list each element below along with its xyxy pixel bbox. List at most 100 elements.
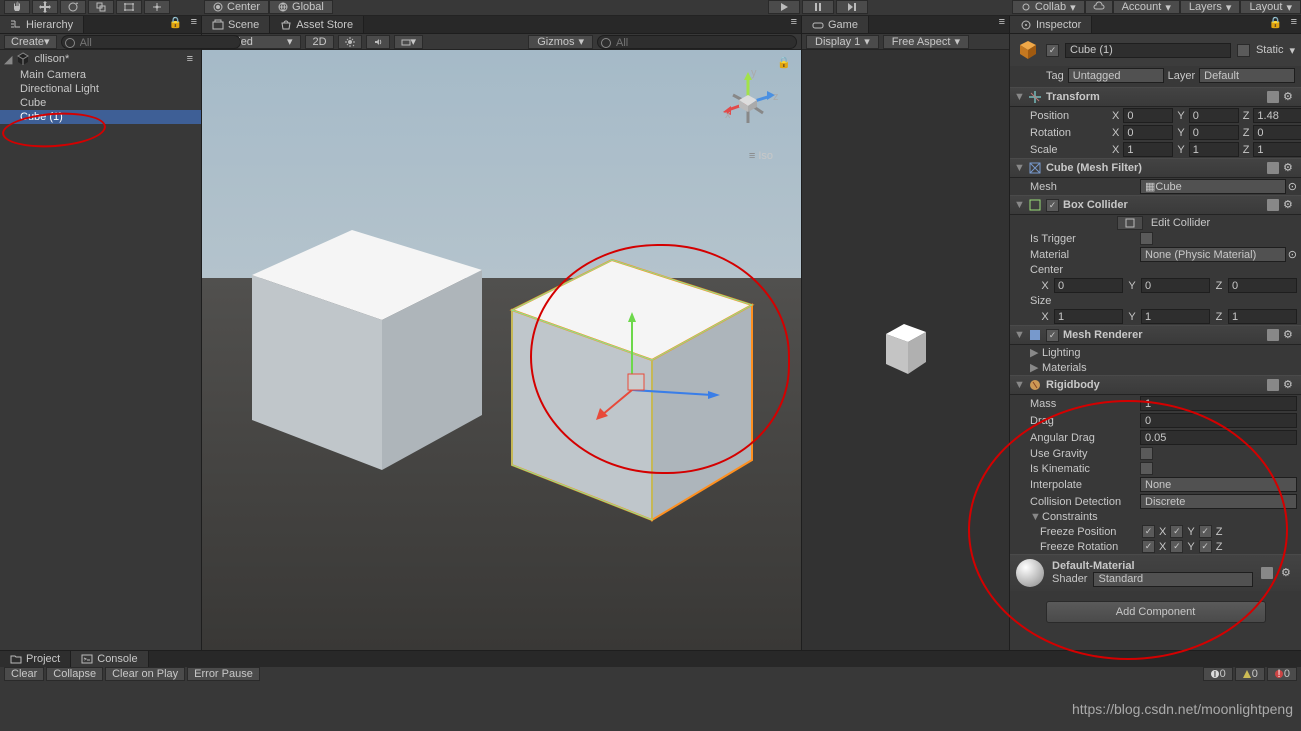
hierarchy-item-cube[interactable]: Cube [0, 96, 201, 110]
scene-row[interactable]: ◢cllison*≡ [0, 50, 201, 68]
mesh-field[interactable]: ▦ Cube [1140, 179, 1286, 194]
freezerot-z-checkbox[interactable] [1199, 540, 1212, 553]
rotation-x-input[interactable] [1123, 125, 1173, 140]
hierarchy-lock-icon[interactable]: 🔒 [165, 16, 187, 33]
tag-dropdown[interactable]: Untagged [1068, 68, 1164, 83]
scale-y-input[interactable] [1189, 142, 1239, 157]
edit-collider-button[interactable] [1117, 216, 1143, 230]
constraints-foldout[interactable]: Constraints [1042, 511, 1098, 523]
iso-label[interactable]: ≡ Iso [749, 150, 773, 162]
display-dropdown[interactable]: Display 1 ▾ [806, 35, 879, 49]
lighting-toggle[interactable] [338, 35, 362, 49]
freezepos-z-checkbox[interactable] [1199, 525, 1212, 538]
interpolate-dropdown[interactable]: None [1140, 477, 1297, 492]
fx-toggle[interactable]: ▾ [394, 35, 424, 49]
hand-tool[interactable] [4, 0, 30, 14]
collision-dropdown[interactable]: Discrete [1140, 494, 1297, 509]
tab-asset-store[interactable]: Asset Store [270, 16, 364, 33]
rotation-y-input[interactable] [1189, 125, 1239, 140]
component-transform-header[interactable]: ▼ Transform ⚙ [1010, 87, 1301, 107]
component-meshfilter-header[interactable]: ▼ Cube (Mesh Filter) ⚙ [1010, 158, 1301, 178]
kinematic-checkbox[interactable] [1140, 462, 1153, 475]
gear-icon[interactable]: ⚙ [1283, 198, 1297, 212]
gameobject-active-checkbox[interactable] [1046, 44, 1059, 57]
position-x-input[interactable] [1123, 108, 1173, 123]
collapse-button[interactable]: Collapse [46, 667, 103, 681]
component-meshrenderer-header[interactable]: ▼ Mesh Renderer ⚙ [1010, 325, 1301, 345]
gravity-checkbox[interactable] [1140, 447, 1153, 460]
cloud-button[interactable] [1085, 0, 1113, 14]
clearonplay-button[interactable]: Clear on Play [105, 667, 185, 681]
hierarchy-item-main-camera[interactable]: Main Camera [0, 68, 201, 82]
warn-count[interactable]: 0 [1235, 667, 1265, 681]
shader-dropdown[interactable]: Standard [1093, 572, 1253, 587]
audio-toggle[interactable] [366, 35, 390, 49]
info-count[interactable]: i 0 [1203, 667, 1233, 681]
rect-tool[interactable] [116, 0, 142, 14]
drag-input[interactable] [1140, 413, 1297, 428]
aspect-dropdown[interactable]: Free Aspect ▾ [883, 35, 969, 49]
play-button[interactable] [768, 0, 800, 14]
2d-toggle[interactable]: 2D [305, 35, 333, 49]
object-picker-icon[interactable]: ⊙ [1288, 180, 1297, 193]
layout-dropdown[interactable]: Layout▾ [1240, 0, 1301, 14]
gear-icon[interactable]: ⚙ [1281, 566, 1295, 580]
collab-dropdown[interactable]: Collab▾ [1012, 0, 1085, 14]
pivot-center-toggle[interactable]: Center [204, 0, 269, 14]
layers-dropdown[interactable]: Layers▾ [1180, 0, 1241, 14]
errorpause-button[interactable]: Error Pause [187, 667, 260, 681]
size-y-input[interactable] [1141, 309, 1210, 324]
gear-icon[interactable]: ⚙ [1283, 90, 1297, 104]
scene-nav-gizmo[interactable]: y z x [713, 68, 783, 138]
add-component-button[interactable]: Add Component [1046, 601, 1266, 623]
hierarchy-item-cube-1[interactable]: Cube (1) [0, 110, 201, 124]
physmaterial-field[interactable]: None (Physic Material) [1140, 247, 1286, 262]
inspector-options-icon[interactable]: ≡ [1287, 16, 1301, 33]
scene-viewport[interactable]: y z x 🔒 ≡ Iso [202, 50, 801, 650]
scene-search-input[interactable] [612, 36, 762, 51]
help-icon[interactable] [1267, 379, 1279, 391]
rotate-tool[interactable] [60, 0, 86, 14]
size-x-input[interactable] [1054, 309, 1123, 324]
hierarchy-item-directional-light[interactable]: Directional Light [0, 82, 201, 96]
help-icon[interactable] [1267, 329, 1279, 341]
tab-game[interactable]: Game [802, 16, 869, 33]
freezepos-y-checkbox[interactable] [1170, 525, 1183, 538]
component-rigidbody-header[interactable]: ▼ Rigidbody ⚙ [1010, 375, 1301, 395]
lock-icon[interactable]: 🔒 [777, 56, 791, 69]
step-button[interactable] [836, 0, 868, 14]
gear-icon[interactable]: ⚙ [1283, 328, 1297, 342]
account-dropdown[interactable]: Account▾ [1113, 0, 1180, 14]
scale-x-input[interactable] [1123, 142, 1173, 157]
gameobject-name-input[interactable] [1065, 43, 1231, 58]
gear-icon[interactable]: ⚙ [1283, 161, 1297, 175]
freezerot-y-checkbox[interactable] [1170, 540, 1183, 553]
rotation-z-input[interactable] [1253, 125, 1301, 140]
freezepos-x-checkbox[interactable] [1142, 525, 1155, 538]
center-x-input[interactable] [1054, 278, 1123, 293]
component-boxcollider-header[interactable]: ▼ Box Collider ⚙ [1010, 195, 1301, 215]
game-options-icon[interactable]: ≡ [995, 16, 1009, 33]
position-z-input[interactable] [1253, 108, 1301, 123]
center-z-input[interactable] [1228, 278, 1297, 293]
create-dropdown[interactable]: Create ▾ [4, 35, 57, 49]
mass-input[interactable] [1140, 396, 1297, 411]
pause-button[interactable] [802, 0, 834, 14]
material-header[interactable]: Default-Material ShaderStandard ⚙ [1010, 554, 1301, 591]
tab-scene[interactable]: Scene [202, 16, 270, 33]
scale-tool[interactable] [88, 0, 114, 14]
tab-console[interactable]: Console [71, 651, 148, 667]
error-count[interactable]: ! 0 [1267, 667, 1297, 681]
static-checkbox[interactable] [1237, 44, 1250, 57]
layer-dropdown[interactable]: Default [1199, 68, 1295, 83]
center-y-input[interactable] [1141, 278, 1210, 293]
help-icon[interactable] [1267, 199, 1279, 211]
scale-z-input[interactable] [1253, 142, 1301, 157]
help-icon[interactable] [1261, 567, 1273, 579]
position-y-input[interactable] [1189, 108, 1239, 123]
tab-inspector[interactable]: Inspector [1010, 16, 1092, 33]
clear-button[interactable]: Clear [4, 667, 44, 681]
istrigger-checkbox[interactable] [1140, 232, 1153, 245]
hierarchy-options-icon[interactable]: ≡ [187, 16, 201, 33]
lighting-foldout[interactable]: Lighting [1042, 347, 1081, 359]
